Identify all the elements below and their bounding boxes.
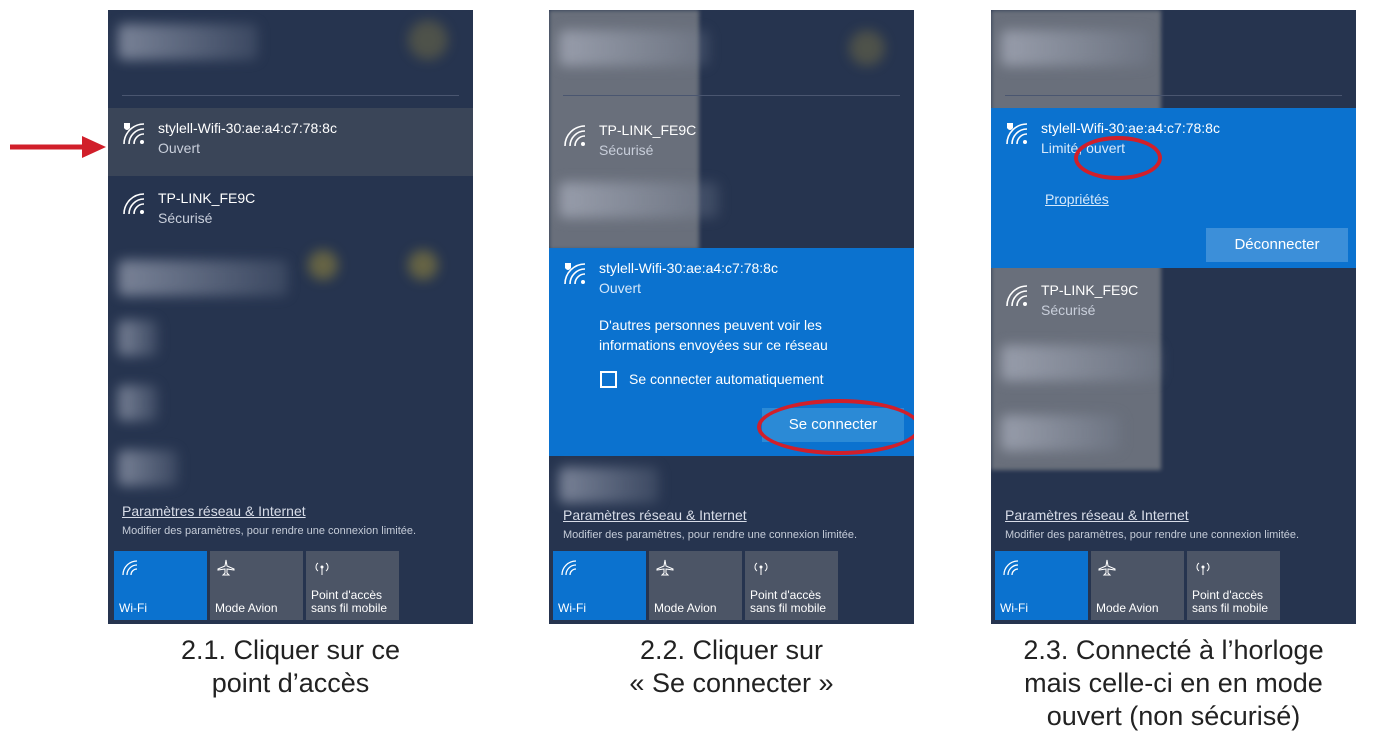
network-name: TP-LINK_FE9C (158, 190, 256, 206)
wifi-secured-icon (123, 193, 145, 215)
tile-label-line1: Point d'accès (311, 588, 382, 602)
caption-step-2: 2.2. Cliquer sur « Se connecter » (549, 634, 914, 700)
airplane-icon (656, 559, 674, 576)
red-arrow-icon (10, 136, 106, 158)
network-item-stylell[interactable]: stylell-Wifi-30:ae:a4:c7:78:8c Ouvert (108, 108, 473, 176)
tile-label-line1: Point d'accès (1192, 588, 1263, 602)
network-settings-link[interactable]: Paramètres réseau & Internet (563, 507, 747, 523)
tile-wifi[interactable]: Wi-Fi (553, 551, 646, 620)
tile-mobile-hotspot[interactable]: Point d'accès sans fil mobile (306, 551, 399, 620)
network-name: stylell-Wifi-30:ae:a4:c7:78:8c (599, 260, 778, 276)
tile-label: Wi-Fi (1000, 601, 1028, 615)
network-name: stylell-Wifi-30:ae:a4:c7:78:8c (158, 120, 337, 136)
tile-label: Mode Avion (1096, 601, 1159, 615)
separator (122, 95, 459, 96)
tile-wifi[interactable]: Wi-Fi (995, 551, 1088, 620)
network-status: Limité, ouvert (1041, 140, 1126, 156)
tile-airplane-mode[interactable]: Mode Avion (210, 551, 303, 620)
tile-mobile-hotspot[interactable]: Point d'accès sans fil mobile (1187, 551, 1280, 620)
network-settings-link[interactable]: Paramètres réseau & Internet (122, 503, 306, 519)
tile-label-line2: sans fil mobile (1192, 601, 1269, 615)
network-status: Sécurisé (1041, 302, 1096, 318)
auto-connect-label: Se connecter automatiquement (629, 371, 824, 387)
blurred-network-row (118, 260, 288, 296)
caption-line: 2.2. Cliquer sur (639, 635, 824, 665)
wifi-open-shield-icon (564, 263, 586, 285)
caption-line: « Se connecter » (629, 668, 834, 698)
network-item-tplink[interactable]: TP-LINK_FE9C Sécurisé (549, 110, 914, 172)
warning-text-line2: informations envoyées sur ce réseau (599, 337, 828, 353)
network-item-stylell-connected[interactable]: stylell-Wifi-30:ae:a4:c7:78:8c Limité, o… (991, 108, 1356, 268)
network-item-stylell-expanded[interactable]: stylell-Wifi-30:ae:a4:c7:78:8c Ouvert D'… (549, 248, 914, 456)
wifi-secured-icon (1006, 285, 1028, 307)
warning-text-line1: D'autres personnes peuvent voir les (599, 317, 822, 333)
tile-label: Point d'accès sans fil mobile (311, 589, 387, 615)
tile-label: Point d'accès sans fil mobile (1192, 589, 1268, 615)
network-settings-link[interactable]: Paramètres réseau & Internet (1005, 507, 1189, 523)
caption-line: point d’accès (211, 668, 370, 698)
network-status: Sécurisé (599, 142, 654, 158)
properties-link[interactable]: Propriétés (1045, 191, 1109, 207)
blurred-network-row (1001, 415, 1121, 451)
wifi-flyout-step-1: stylell-Wifi-30:ae:a4:c7:78:8c Ouvert TP… (108, 10, 473, 624)
airplane-icon (217, 559, 235, 576)
wifi-secured-icon (564, 125, 586, 147)
network-status: Sécurisé (158, 210, 213, 226)
network-name: TP-LINK_FE9C (599, 122, 697, 138)
blurred-network-row (559, 467, 659, 503)
tile-airplane-mode[interactable]: Mode Avion (649, 551, 742, 620)
tile-label: Mode Avion (654, 601, 717, 615)
tile-label: Mode Avion (215, 601, 278, 615)
wifi-open-shield-icon (123, 123, 145, 145)
wifi-flyout-step-2: TP-LINK_FE9C Sécurisé stylell-Wifi-30:ae… (549, 10, 914, 624)
tile-label-line2: sans fil mobile (750, 601, 827, 615)
wifi-icon (561, 560, 577, 576)
hotspot-icon (315, 562, 329, 575)
blurred-network-row (559, 182, 719, 218)
blurred-network-row (118, 450, 178, 486)
wifi-open-shield-icon (1006, 123, 1028, 145)
hotspot-icon (1196, 562, 1210, 575)
tile-airplane-mode[interactable]: Mode Avion (1091, 551, 1184, 620)
network-name: stylell-Wifi-30:ae:a4:c7:78:8c (1041, 120, 1220, 136)
blurred-network-row (1001, 30, 1151, 66)
network-settings-subtext: Modifier des paramètres, pour rendre une… (122, 525, 417, 537)
network-item-tplink[interactable]: TP-LINK_FE9C Sécurisé (991, 270, 1356, 332)
caption-line: 2.3. Connecté à l’horloge (1023, 635, 1324, 665)
hotspot-icon (754, 562, 768, 575)
tile-label-line2: sans fil mobile (311, 601, 388, 615)
caption-line: ouvert (non sécurisé) (1046, 701, 1301, 731)
blurred-network-row (559, 30, 709, 66)
disconnect-button[interactable]: Déconnecter (1206, 228, 1348, 262)
blurred-network-row (118, 320, 158, 356)
caption-line: 2.1. Cliquer sur ce (180, 635, 401, 665)
network-status: Ouvert (158, 140, 201, 156)
wifi-icon (122, 560, 138, 576)
caption-step-3: 2.3. Connecté à l’horloge mais celle-ci … (991, 634, 1356, 733)
tile-label-line1: Point d'accès (750, 588, 821, 602)
tile-label: Wi-Fi (119, 601, 147, 615)
wifi-icon (1003, 560, 1019, 576)
tile-mobile-hotspot[interactable]: Point d'accès sans fil mobile (745, 551, 838, 620)
airplane-icon (1098, 559, 1116, 576)
network-settings-subtext: Modifier des paramètres, pour rendre une… (563, 529, 858, 541)
network-item-tplink[interactable]: TP-LINK_FE9C Sécurisé (108, 178, 473, 240)
network-name: TP-LINK_FE9C (1041, 282, 1139, 298)
tile-label: Point d'accès sans fil mobile (750, 589, 826, 615)
network-settings-subtext: Modifier des paramètres, pour rendre une… (1005, 529, 1300, 541)
wifi-flyout-step-3: stylell-Wifi-30:ae:a4:c7:78:8c Limité, o… (991, 10, 1356, 624)
auto-connect-checkbox[interactable] (600, 371, 617, 388)
separator (563, 95, 900, 96)
separator (1005, 95, 1342, 96)
blurred-network-row (118, 24, 258, 60)
caption-line: mais celle-ci en en mode (1024, 668, 1323, 698)
blurred-network-row (1001, 345, 1161, 381)
caption-step-1: 2.1. Cliquer sur ce point d’accès (108, 634, 473, 700)
connect-button[interactable]: Se connecter (762, 408, 904, 442)
tile-label: Wi-Fi (558, 601, 586, 615)
network-status: Ouvert (599, 280, 642, 296)
tile-wifi[interactable]: Wi-Fi (114, 551, 207, 620)
blurred-network-row (118, 385, 158, 421)
